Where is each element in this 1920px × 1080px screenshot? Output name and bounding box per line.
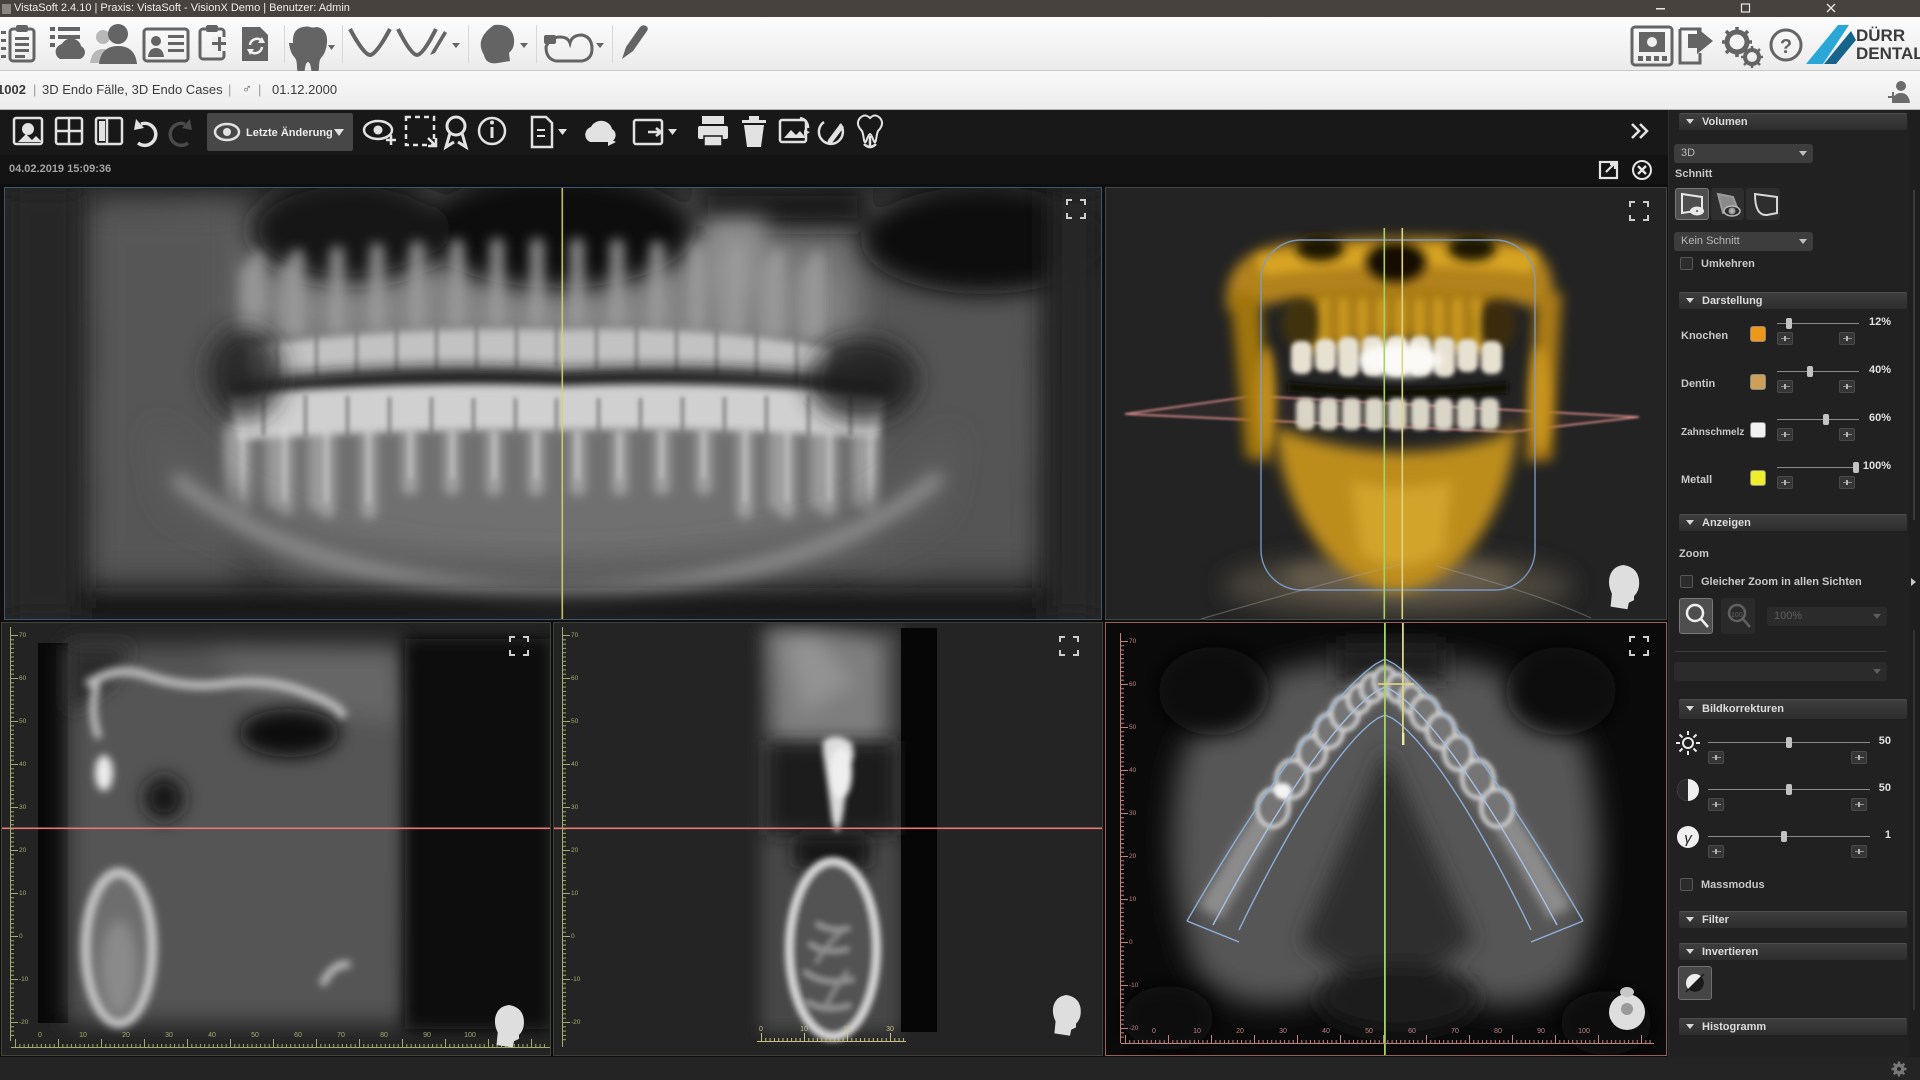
svg-text:50: 50 — [1365, 1028, 1373, 1035]
svg-text:50: 50 — [1129, 724, 1137, 731]
svg-text:30: 30 — [165, 1032, 173, 1039]
svg-text:-20: -20 — [1129, 1025, 1139, 1032]
svg-text:10: 10 — [1129, 896, 1137, 903]
svg-text:?: ? — [1780, 36, 1792, 58]
svg-text:30: 30 — [886, 1026, 894, 1033]
svg-text:60: 60 — [19, 675, 27, 682]
svg-text:20: 20 — [122, 1032, 130, 1039]
svg-text:60: 60 — [571, 675, 579, 682]
svg-text:60: 60 — [1129, 681, 1137, 688]
svg-text:10: 10 — [800, 1026, 808, 1033]
svg-text:0: 0 — [1129, 939, 1133, 946]
svg-text:40: 40 — [208, 1032, 216, 1039]
svg-text:10: 10 — [571, 890, 579, 897]
svg-text:10: 10 — [19, 890, 27, 897]
svg-text:20: 20 — [843, 1026, 851, 1033]
svg-text:60: 60 — [1408, 1028, 1416, 1035]
svg-text:70: 70 — [337, 1032, 345, 1039]
svg-text:70: 70 — [19, 632, 27, 639]
svg-text:20: 20 — [571, 847, 579, 854]
svg-text:40: 40 — [19, 761, 27, 768]
svg-text:20: 20 — [19, 847, 27, 854]
svg-text:DÜRR: DÜRR — [1856, 26, 1905, 45]
svg-text:0: 0 — [759, 1026, 763, 1033]
svg-text:20: 20 — [1236, 1028, 1244, 1035]
svg-text:90: 90 — [423, 1032, 431, 1039]
svg-text:0: 0 — [571, 933, 575, 940]
svg-text:40: 40 — [1322, 1028, 1330, 1035]
svg-text:-10: -10 — [19, 976, 29, 983]
svg-text:70: 70 — [571, 632, 579, 639]
svg-text:50: 50 — [571, 718, 579, 725]
svg-text:-10: -10 — [571, 976, 581, 983]
svg-text:90: 90 — [1537, 1028, 1545, 1035]
svg-text:DENTAL: DENTAL — [1856, 44, 1920, 63]
svg-text:50: 50 — [19, 718, 27, 725]
svg-text:0: 0 — [1152, 1028, 1156, 1035]
svg-text:20: 20 — [1129, 853, 1137, 860]
svg-text:40: 40 — [1129, 767, 1137, 774]
svg-text:-20: -20 — [571, 1019, 581, 1026]
svg-text:70: 70 — [1451, 1028, 1459, 1035]
svg-text:30: 30 — [1129, 810, 1137, 817]
svg-text:Letzte Änderung: Letzte Änderung — [246, 126, 333, 139]
svg-text:0: 0 — [38, 1032, 42, 1039]
svg-text:60: 60 — [294, 1032, 302, 1039]
svg-text:70: 70 — [1129, 638, 1137, 645]
svg-text:30: 30 — [571, 804, 579, 811]
svg-text:10: 10 — [1193, 1028, 1201, 1035]
svg-text:30: 30 — [1279, 1028, 1287, 1035]
svg-text:100: 100 — [1578, 1028, 1590, 1035]
svg-text:40: 40 — [571, 761, 579, 768]
svg-text:80: 80 — [1494, 1028, 1502, 1035]
svg-text:-10: -10 — [1129, 982, 1139, 989]
svg-text:30: 30 — [19, 804, 27, 811]
svg-text:0: 0 — [19, 933, 23, 940]
svg-text:100: 100 — [1731, 612, 1743, 619]
svg-text:100: 100 — [464, 1032, 476, 1039]
svg-text:50: 50 — [251, 1032, 259, 1039]
svg-text:10: 10 — [79, 1032, 87, 1039]
svg-text:-20: -20 — [19, 1019, 29, 1026]
svg-text:80: 80 — [380, 1032, 388, 1039]
